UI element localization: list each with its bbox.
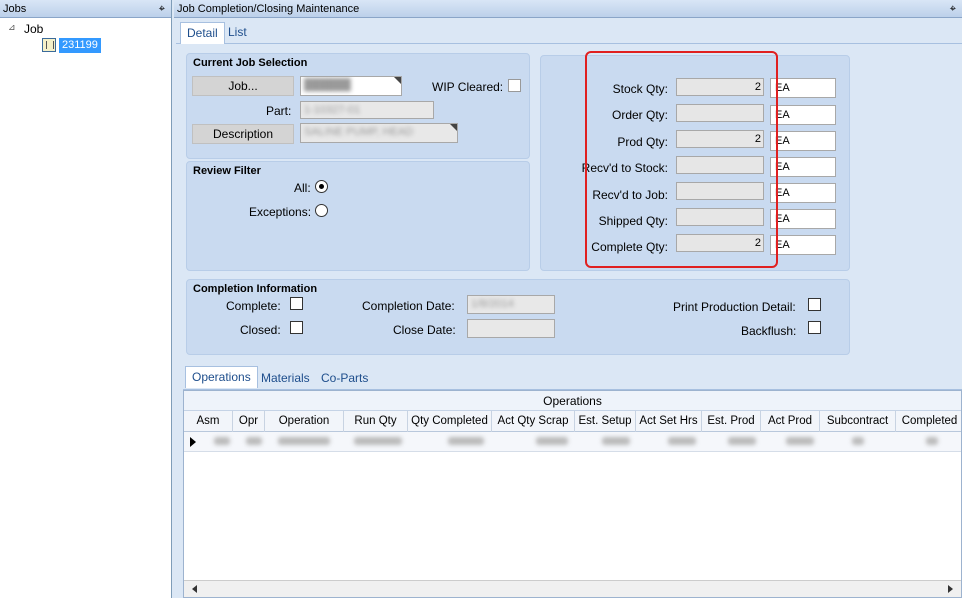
tab-list[interactable]: List xyxy=(222,22,253,44)
table-cell xyxy=(354,437,402,445)
print-production-detail-checkbox[interactable] xyxy=(808,298,821,311)
table-row[interactable] xyxy=(184,432,961,452)
window-title: Job Completion/Closing Maintenance xyxy=(177,3,360,15)
completion-date-field[interactable]: 1/8/2014 xyxy=(467,295,555,314)
close-date-label: Close Date: xyxy=(393,323,456,337)
part-value: 1-10327-01 xyxy=(304,104,361,116)
group-title: Completion Information xyxy=(193,283,318,295)
complete-checkbox[interactable] xyxy=(290,297,303,310)
backflush-checkbox[interactable] xyxy=(808,321,821,334)
table-cell xyxy=(278,437,330,445)
table-cell xyxy=(852,437,864,445)
tree-expander-icon[interactable]: ⊿ xyxy=(8,22,16,33)
column-header-act-qty-scrap[interactable]: Act Qty Scrap xyxy=(492,411,575,432)
description-value: SALINE PUMP, HEAD xyxy=(304,126,414,138)
job-number-field[interactable]: ██████ xyxy=(300,76,402,96)
order-qty-uom[interactable]: EA xyxy=(770,105,836,125)
close-date-field[interactable] xyxy=(467,319,555,338)
jobs-pane-header: Jobs ⌖ xyxy=(0,0,171,18)
complete-label: Complete: xyxy=(226,299,281,313)
table-cell xyxy=(926,437,938,445)
column-header-est-setup[interactable]: Est. Setup xyxy=(575,411,636,432)
job-button[interactable]: Job... xyxy=(192,76,294,96)
highlight-annotation-box xyxy=(585,51,778,268)
lookup-corner-icon xyxy=(450,124,457,131)
tab-operations[interactable]: Operations xyxy=(185,366,258,388)
job-number-value: ██████ xyxy=(304,79,351,91)
group-title: Current Job Selection xyxy=(193,57,308,69)
bottom-tabs: Operations Materials Co-Parts xyxy=(183,364,962,390)
grid-header-row: Asm Opr Operation Run Qty Qty Completed … xyxy=(184,411,961,432)
group-title: Review Filter xyxy=(193,165,261,177)
print-production-detail-label: Print Production Detail: xyxy=(673,300,796,314)
tab-materials[interactable]: Materials xyxy=(255,368,316,390)
column-header-opr[interactable]: Opr xyxy=(233,411,265,432)
column-header-act-set-hrs[interactable]: Act Set Hrs xyxy=(636,411,702,432)
table-cell xyxy=(786,437,814,445)
horizontal-scrollbar[interactable] xyxy=(184,580,961,597)
filter-all-label: All: xyxy=(294,181,311,195)
column-header-est-prod[interactable]: Est. Prod xyxy=(702,411,761,432)
closed-checkbox[interactable] xyxy=(290,321,303,334)
review-filter-group: Review Filter xyxy=(186,161,530,271)
column-header-completed[interactable]: Completed xyxy=(896,411,962,432)
column-header-act-prod[interactable]: Act Prod xyxy=(761,411,820,432)
part-field[interactable]: 1-10327-01 xyxy=(300,101,434,119)
column-header-qty-completed[interactable]: Qty Completed xyxy=(408,411,492,432)
prod-qty-uom[interactable]: EA xyxy=(770,131,836,151)
recvd-to-stock-uom[interactable]: EA xyxy=(770,157,836,177)
detail-tabs: Detail List xyxy=(176,20,962,44)
part-label: Part: xyxy=(266,104,292,118)
table-cell xyxy=(668,437,696,445)
jobs-pane-title: Jobs xyxy=(3,3,27,15)
tree-root-job[interactable]: Job xyxy=(24,22,43,36)
table-cell xyxy=(246,437,262,445)
row-selector-icon xyxy=(190,437,196,447)
closed-label: Closed: xyxy=(240,323,281,337)
completion-information-group: Completion Information xyxy=(186,279,850,355)
completion-date-value: 1/8/2014 xyxy=(471,298,514,310)
lookup-corner-icon xyxy=(394,77,401,84)
backflush-label: Backflush: xyxy=(741,324,797,338)
stock-qty-uom[interactable]: EA xyxy=(770,78,836,98)
grid-caption: Operations xyxy=(184,391,961,411)
clipboard-icon xyxy=(42,38,56,52)
tab-detail[interactable]: Detail xyxy=(180,22,225,44)
pin-icon[interactable]: ⌖ xyxy=(159,0,165,18)
column-header-asm[interactable]: Asm xyxy=(184,411,233,432)
description-button[interactable]: Description xyxy=(192,124,294,144)
filter-exceptions-radio[interactable] xyxy=(315,204,328,217)
column-header-operation[interactable]: Operation xyxy=(265,411,344,432)
pin-icon[interactable]: ⌖ xyxy=(950,0,956,18)
wip-cleared-label: WIP Cleared: xyxy=(432,80,504,94)
operations-grid: Operations Asm Opr Operation Run Qty Qty… xyxy=(183,390,962,598)
table-cell xyxy=(602,437,630,445)
recvd-to-job-uom[interactable]: EA xyxy=(770,183,836,203)
column-header-subcontract[interactable]: Subcontract xyxy=(820,411,896,432)
scroll-left-icon[interactable] xyxy=(192,585,197,593)
tree-item-job-number[interactable]: 231199 xyxy=(59,38,101,53)
completion-date-label: Completion Date: xyxy=(362,299,455,313)
table-cell xyxy=(448,437,484,445)
table-cell xyxy=(536,437,568,445)
main-pane-header: Job Completion/Closing Maintenance ⌖ xyxy=(174,0,962,18)
tab-co-parts[interactable]: Co-Parts xyxy=(315,368,374,390)
jobs-pane: Jobs ⌖ ⊿ Job 231199 xyxy=(0,0,172,598)
wip-cleared-checkbox[interactable] xyxy=(508,79,521,92)
description-field[interactable]: SALINE PUMP, HEAD xyxy=(300,123,458,143)
filter-exceptions-label: Exceptions: xyxy=(249,205,312,219)
table-cell xyxy=(728,437,756,445)
scroll-right-icon[interactable] xyxy=(948,585,953,593)
shipped-qty-uom[interactable]: EA xyxy=(770,209,836,229)
main-pane: Job Completion/Closing Maintenance ⌖ Det… xyxy=(174,0,962,598)
column-header-run-qty[interactable]: Run Qty xyxy=(344,411,408,432)
filter-all-radio[interactable] xyxy=(315,180,328,193)
complete-qty-uom[interactable]: EA xyxy=(770,235,836,255)
table-cell xyxy=(214,437,230,445)
